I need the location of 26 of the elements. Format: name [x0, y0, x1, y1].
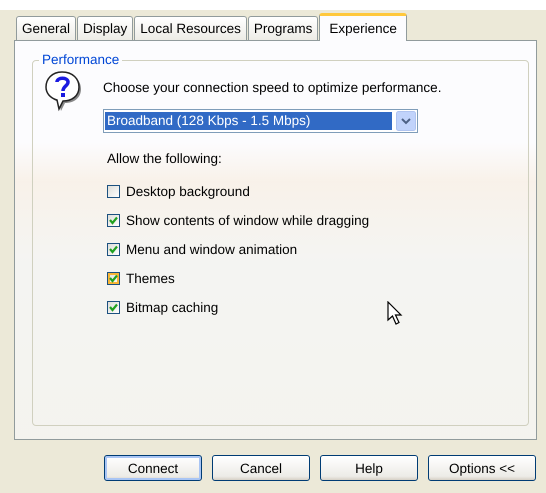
speed-dropdown[interactable]: Broadband (128 Kbps - 1.5 Mbps) [103, 109, 418, 133]
allow-label: Allow the following: [107, 151, 223, 166]
checkbox[interactable] [107, 184, 120, 198]
option-label: Bitmap caching [126, 300, 218, 314]
checkbox[interactable] [107, 300, 120, 314]
dialog-button[interactable]: Help [320, 455, 418, 481]
dialog-button[interactable]: Options << [428, 455, 536, 481]
tab[interactable]: Local Resources [134, 16, 247, 40]
checkbox[interactable] [107, 272, 120, 284]
option-label: Show contents of window while dragging [126, 212, 370, 228]
chevron-down-icon[interactable] [396, 111, 416, 131]
tab[interactable]: Display [77, 16, 134, 40]
checkbox[interactable] [107, 214, 120, 226]
group-title: Performance [39, 52, 122, 67]
tab[interactable]: Experience [319, 13, 407, 41]
mouse-pointer-icon [387, 301, 405, 327]
option-label: Menu and window animation [126, 242, 298, 256]
option-label: Themes [126, 270, 175, 286]
option-label: Desktop background [126, 184, 250, 198]
checkbox[interactable] [107, 242, 120, 256]
tab[interactable]: Programs [248, 16, 318, 40]
prompt-text: Choose your connection speed to optimize performance. [103, 80, 442, 95]
tab[interactable]: General [16, 16, 76, 40]
dialog-button[interactable]: Cancel [212, 455, 310, 481]
dialog-button[interactable]: Connect [104, 455, 202, 481]
question-bubble-icon [45, 71, 83, 113]
